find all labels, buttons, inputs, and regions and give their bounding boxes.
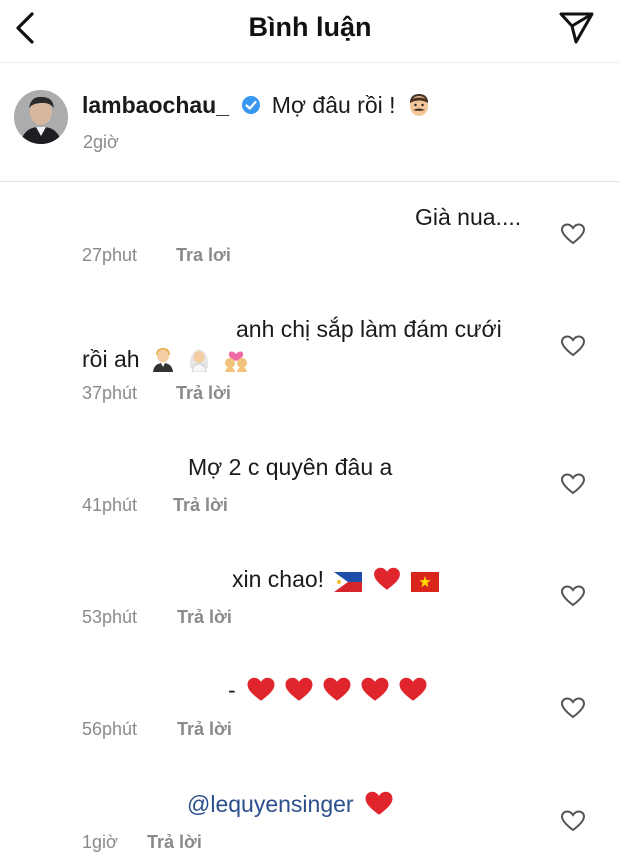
philippines-flag-icon <box>334 572 363 592</box>
comment-text: Mợ 2 c quyên đâu a <box>188 454 393 480</box>
post-caption-text: Mợ đâu rồi ! <box>271 92 396 118</box>
like-heart-icon[interactable] <box>560 809 586 833</box>
post-caption: lambaochau_ Mợ đâu rồi ! <box>82 92 432 119</box>
reply-button[interactable]: Trả lời <box>147 832 202 853</box>
like-heart-icon[interactable] <box>560 696 586 720</box>
comment-timestamp: 27phut <box>82 245 138 265</box>
man-mustache-emoji-icon <box>409 94 428 116</box>
comment-text-line2: rồi ah <box>82 346 249 373</box>
red-heart-icon <box>399 677 427 701</box>
reply-button[interactable]: Trả lời <box>177 719 232 740</box>
comment-timestamp: 37phút <box>82 383 138 403</box>
like-heart-icon[interactable] <box>560 334 586 358</box>
avatar-image <box>14 90 68 144</box>
red-heart-icon <box>247 677 275 701</box>
vietnam-flag-icon <box>411 572 440 592</box>
comment-timestamp: 53phút <box>82 607 138 627</box>
red-heart-icon <box>323 677 351 701</box>
post-timestamp: 2giờ <box>83 132 119 152</box>
comment-text: Già nua.... <box>415 204 522 230</box>
post-username[interactable]: lambaochau_ <box>82 92 229 118</box>
reply-button[interactable]: Trả lời <box>173 495 228 516</box>
like-heart-icon[interactable] <box>560 472 586 496</box>
comment-text-row: xin chao! <box>232 566 440 593</box>
red-heart-icon <box>361 677 389 701</box>
comment-text: anh chị sắp làm đám cưới <box>236 316 502 342</box>
mention-link[interactable]: @lequyensinger <box>187 791 354 817</box>
comment-timestamp: 56phút <box>82 719 138 739</box>
avatar[interactable] <box>14 90 68 144</box>
bride-emoji-icon <box>190 349 209 372</box>
page-title: Bình luận <box>248 12 372 42</box>
comment-timestamp: 1giờ <box>82 832 118 852</box>
groom-emoji-icon <box>152 348 173 372</box>
couple-kiss-emoji-icon <box>224 351 247 372</box>
reply-button[interactable]: Tra lơi <box>176 245 231 266</box>
comment-text-row: @lequyensinger <box>187 790 394 818</box>
reply-button[interactable]: Trả lời <box>177 607 232 628</box>
comment-timestamp: 41phút <box>82 495 138 515</box>
comment-text-continued: rồi ah <box>82 346 140 372</box>
comment-text: - <box>228 677 236 703</box>
verified-badge-icon <box>242 96 261 114</box>
like-heart-icon[interactable] <box>560 222 586 246</box>
top-bar: Bình luận <box>0 0 620 62</box>
like-heart-icon[interactable] <box>560 584 586 608</box>
comment-text: xin chao! <box>232 566 325 592</box>
red-heart-icon <box>373 567 400 590</box>
comment-text-row: - <box>228 676 432 704</box>
paper-plane-icon[interactable] <box>556 6 596 46</box>
reply-button[interactable]: Trả lời <box>176 383 231 404</box>
red-heart-icon <box>285 677 313 701</box>
post-caption-section <box>0 62 620 182</box>
red-heart-icon <box>365 791 393 815</box>
